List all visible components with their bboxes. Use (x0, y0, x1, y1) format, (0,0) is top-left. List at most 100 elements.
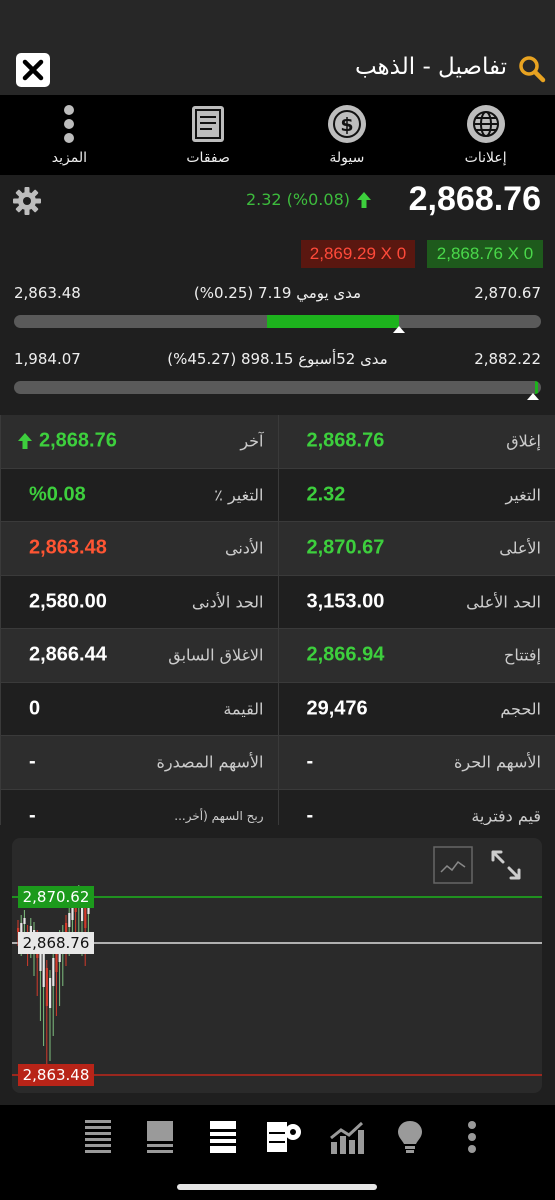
stats-cell: إفتتاح 2,866.94 (277, 629, 555, 682)
stats-row: الأسهم الحرة - الأسهم المصدرة - (0, 736, 555, 790)
daily-range-label: مدى يومي 7.19 (0.25%) (193, 284, 362, 302)
expand-icon (491, 850, 521, 880)
svg-text:2,868.76: 2,868.76 (23, 934, 90, 952)
stat-value: - (29, 804, 36, 825)
stat-label: الأعلى (499, 538, 541, 558)
candle-body (71, 908, 74, 920)
candle-body (20, 923, 23, 933)
nav-label: صفقات (186, 150, 230, 166)
page-title: تفاصيل - الذهب (354, 54, 507, 80)
search-button[interactable] (517, 54, 549, 84)
stat-label: إفتتاح (504, 645, 541, 665)
expand-button[interactable] (489, 848, 523, 886)
stat-label: ربح السهم (أخر... (174, 808, 264, 823)
stat-label: التغير (505, 485, 541, 505)
stat-value: 2,866.44 (29, 643, 107, 666)
arrow-up-icon (357, 191, 371, 208)
candle-body (84, 908, 87, 928)
stat-value: 2,866.94 (306, 643, 385, 666)
daily-high: 2,870.67 (474, 284, 541, 302)
stats-row: التغير 2.32 التغير ٪ %0.08 (0, 468, 555, 522)
quotes-button[interactable] (142, 1119, 178, 1155)
stats-cell: التغير 2.32 (277, 468, 555, 521)
stats-row: الحجم 29,476 القيمة 0 (0, 682, 555, 736)
search-icon (519, 56, 546, 83)
chart-type-button[interactable] (433, 846, 473, 888)
stat-value: 3,153.00 (306, 590, 385, 613)
nav-announcements[interactable]: إعلانات (421, 95, 551, 175)
nav-more[interactable]: المزيد (4, 95, 134, 175)
list-icon (85, 1120, 111, 1153)
last-price: 2,868.76 (408, 180, 541, 218)
nav-label: المزيد (51, 150, 87, 166)
bid-box: 2,869.29 X 0 (301, 240, 415, 268)
stat-value: - (306, 804, 314, 825)
daily-range-fill (266, 315, 399, 328)
mini-chart[interactable]: 2,870.62 2,868.76 2,863.48 (12, 838, 542, 1093)
stat-value: 2,868.76 (39, 429, 117, 452)
stats-cell: الأدنى 2,863.48 (0, 522, 278, 575)
candle-body (23, 918, 26, 924)
stat-value: 0 (29, 697, 41, 720)
stats-cell: الأسهم المصدرة - (0, 736, 278, 789)
stat-label: إغلاق (506, 431, 541, 451)
stat-label: الحجم (500, 699, 541, 719)
document-icon (189, 104, 227, 144)
week52-range-label: مدى 52أسبوع 898.15 (45.27%) (167, 350, 388, 368)
globe-icon (466, 104, 506, 144)
nav-liquidity[interactable]: $ سيولة (282, 95, 412, 175)
stats-cell: ربح السهم (أخر... - (0, 789, 278, 825)
top-nav: إعلانات $ سيولة صفقات المزيد (0, 95, 555, 175)
chart-last-label: 2,868.76 (18, 932, 94, 954)
svg-text:2,863.48: 2,863.48 (23, 1066, 90, 1084)
stats-row: قيم دفترية - ربح السهم (أخر... - (0, 789, 555, 825)
daily-range-bar (14, 315, 541, 328)
gear-icon (13, 187, 41, 215)
home-indicator (177, 1184, 377, 1190)
line-chart-icon (433, 846, 473, 884)
nav-label: سيولة (329, 150, 365, 166)
stats-cell: الحجم 29,476 (277, 682, 555, 735)
details-icon (209, 1121, 236, 1153)
header: تفاصيل - الذهب (0, 0, 555, 95)
price-change: 2.32 (%0.08) (246, 190, 372, 209)
more-vertical-icon (62, 104, 76, 144)
stat-value: 2,863.48 (29, 536, 107, 559)
stat-value: %0.08 (29, 483, 86, 506)
nav-trades[interactable]: صفقات (143, 95, 273, 175)
stat-label: الاغلاق السابق (168, 645, 264, 665)
stat-value: - (306, 750, 314, 773)
lightbulb-icon (397, 1121, 422, 1153)
stat-label: التغير ٪ (214, 485, 264, 505)
week52-high: 2,882.22 (474, 350, 541, 368)
more-icon (467, 1121, 476, 1153)
ask-box: 2,868.76 X 0 (427, 240, 543, 268)
list-button[interactable] (80, 1119, 116, 1155)
close-button[interactable] (16, 53, 50, 87)
stat-value: 2,870.67 (306, 536, 385, 559)
settings-panel-icon (266, 1122, 301, 1152)
week52-range-marker (527, 393, 540, 400)
more-button[interactable] (454, 1119, 490, 1155)
stat-label: الحد الأدنى (191, 592, 264, 612)
stats-table: إغلاق 2,868.76 آخر 2,868.76 التغير 2.32 التغير… (0, 415, 555, 825)
idea-button[interactable] (392, 1119, 428, 1155)
stats-row: الحد الأعلى 3,153.00 الحد الأدنى 2,580.00 (0, 575, 555, 629)
stat-label: الحد الأعلى (466, 592, 541, 612)
stats-cell: القيمة 0 (0, 682, 278, 735)
stats-cell: الأعلى 2,870.67 (277, 522, 555, 575)
stat-value: 29,476 (306, 697, 368, 720)
settings-button[interactable] (12, 186, 42, 220)
details-button[interactable] (205, 1119, 241, 1155)
stats-cell: آخر 2,868.76 (0, 415, 278, 468)
stats-row: إفتتاح 2,866.94 الاغلاق السابق 2,866.44 (0, 629, 555, 683)
stat-label: الأسهم المصدرة (156, 752, 264, 772)
stat-label: الأسهم الحرة (454, 752, 541, 772)
week52-range-bar (14, 381, 541, 394)
dollar-icon: $ (327, 104, 367, 144)
chart-button[interactable] (329, 1119, 365, 1155)
arrow-up-icon (18, 433, 32, 450)
chart-high-label: 2,870.62 (18, 886, 94, 908)
settings-panel-button[interactable] (266, 1119, 303, 1155)
chart-icon (330, 1121, 365, 1154)
